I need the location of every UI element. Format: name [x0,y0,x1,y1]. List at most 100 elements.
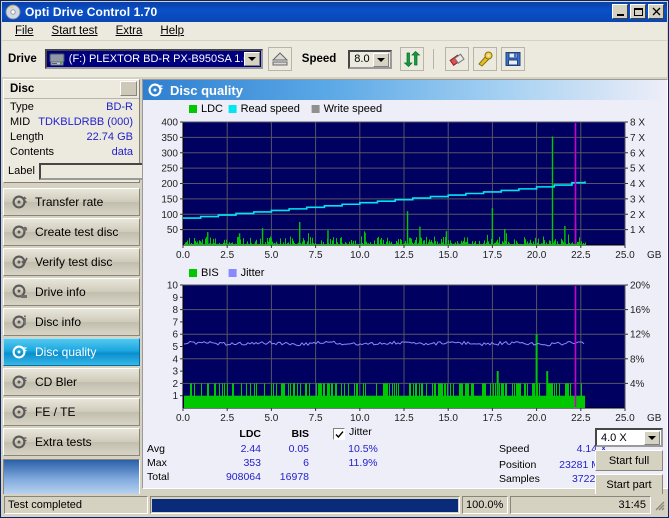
menu-file[interactable]: File [6,23,43,39]
stats-avg-jitter: 10.5% [348,443,378,455]
eject-button[interactable] [267,47,292,71]
title-bar: Opti Drive Control 1.70 [2,2,667,22]
disc-row-type-value: BD-R [106,100,133,113]
svg-text:100: 100 [161,210,178,221]
sidebar-item-fe-te[interactable]: FE / TE [3,398,140,426]
menu-help[interactable]: Help [151,23,193,39]
maximize-button[interactable] [630,4,646,19]
stats-header-bis: BIS [291,428,309,440]
close-button[interactable] [648,4,664,19]
disc-row-length: Length 22.74 GB [4,129,139,144]
sidebar-item-create-test-disc-label: Create test disc [35,225,119,239]
stats-avg-bis: 0.05 [288,443,309,455]
svg-text:8%: 8% [630,354,645,365]
resize-grip[interactable] [653,499,665,511]
svg-text:LDC: LDC [201,103,223,115]
save-button[interactable] [501,47,526,71]
disc-row-type-key: Type [10,100,34,113]
jitter-checkbox-label: Jitter [349,426,372,438]
disc-info-icon [12,314,28,330]
start-full-button[interactable]: Start full [595,450,663,471]
svg-text:Jitter: Jitter [241,267,265,279]
disc-row-contents-value: data [111,145,133,158]
disc-label-row: Label [4,160,210,182]
test-speed-select[interactable]: 4.0 X [595,428,663,447]
main-title: Disc quality [170,82,243,98]
svg-text:1 X: 1 X [630,225,645,236]
sidebar-item-create-test-disc[interactable]: Create test disc [3,218,140,246]
quality-chart[interactable]: 50 100 150 200 250 300 350 400 1 X 2 X 3 X 4 X 5 X 6 … [143,100,667,265]
stats-row-avg-label: Avg [147,443,165,455]
disc-check-icon [12,254,28,270]
sidebar-item-cd-bler[interactable]: CD Bler [3,368,140,396]
disc-row-length-key: Length [10,130,44,143]
sidebar-nav: Transfer rate Create test disc Verify te… [3,188,140,456]
jitter-checkbox-group[interactable]: Jitter [333,426,372,440]
progress-percent: 100.0% [462,496,508,514]
stats-row-total-label: Total [147,471,170,483]
disc-row-mid-value: TDKBLDRBB (000) [38,115,133,128]
svg-text:20.0: 20.0 [527,413,547,424]
eject-icon [271,52,288,66]
sidebar-item-transfer-rate[interactable]: Transfer rate [3,188,140,216]
erase-button[interactable] [445,47,470,71]
toolbar-divider [433,49,435,69]
svg-text:2 X: 2 X [630,210,645,221]
sidebar-item-drive-info[interactable]: Drive info [3,278,140,306]
start-part-button[interactable]: Start part [595,474,663,495]
svg-text:20.0: 20.0 [527,250,547,261]
refresh-button[interactable] [400,47,425,71]
svg-text:150: 150 [161,194,178,205]
sidebar-item-disc-info[interactable]: Disc info [3,308,140,336]
speed-select[interactable]: 8.0 X [348,49,393,69]
svg-text:50: 50 [167,225,179,236]
test-speed-chevron-down-icon[interactable] [644,431,660,445]
svg-text:5.0: 5.0 [264,413,278,424]
menu-extra[interactable]: Extra [107,23,152,39]
svg-text:9: 9 [172,293,178,304]
disc-panel-collapse-button[interactable] [120,81,137,96]
drive-label: Drive [8,53,37,65]
svg-text:250: 250 [161,164,178,175]
speed-select-chevron-down-icon[interactable] [373,52,390,67]
speed-label: Speed [301,53,337,65]
svg-text:17.5: 17.5 [483,250,503,261]
check-icon [334,430,344,438]
sidebar-item-extra-tests[interactable]: Extra tests [3,428,140,456]
svg-text:15.0: 15.0 [438,413,458,424]
svg-text:20%: 20% [630,281,650,292]
svg-text:3 X: 3 X [630,194,645,205]
disc-bler-icon [12,374,28,390]
bis-jitter-chart[interactable]: 123 456 78910 4% 8% 12% 16% 20% 0.0 2.5 5.0 7.5 10.0… [143,265,667,428]
drive-select[interactable]: (F:) PLEXTOR BD-R PX-B950SA 1.04 [44,49,263,69]
menu-bar: File Start test Extra Help [2,22,667,41]
sidebar-item-disc-quality[interactable]: Disc quality [3,338,140,366]
status-preview-pane [3,459,140,495]
minimize-button[interactable] [612,4,628,19]
svg-text:GB: GB [647,413,662,424]
jitter-checkbox[interactable] [333,428,345,440]
svg-text:5: 5 [172,342,178,353]
svg-text:10.0: 10.0 [350,413,370,424]
charts-area: 50 100 150 200 250 300 350 400 1 X 2 X 3 X 4 X 5 X 6 … [143,100,667,428]
svg-text:300: 300 [161,148,178,159]
menu-start-test[interactable]: Start test [43,23,107,39]
stats-header-ldc: LDC [239,428,261,440]
sidebar-item-verify-test-disc[interactable]: Verify test disc [3,248,140,276]
svg-text:Write speed: Write speed [324,103,383,115]
disc-row-mid: MID TDKBLDRBB (000) [4,114,139,129]
svg-text:Read speed: Read speed [241,103,300,115]
sidebar-item-verify-test-disc-label: Verify test disc [35,255,113,269]
drive-info-icon [12,284,28,300]
svg-text:0.0: 0.0 [176,250,190,261]
stats-max-jitter: 11.9% [348,457,378,469]
svg-text:10: 10 [167,281,179,292]
tools-button[interactable] [473,47,498,71]
disc-arrow-icon [12,194,28,210]
refresh-icon [403,51,421,67]
drive-select-chevron-down-icon[interactable] [243,52,260,66]
svg-text:25.0: 25.0 [615,413,635,424]
status-bar: Test completed 100.0% 31:45 [2,494,667,516]
svg-text:22.5: 22.5 [571,250,591,261]
disc-row-mid-key: MID [10,115,31,128]
